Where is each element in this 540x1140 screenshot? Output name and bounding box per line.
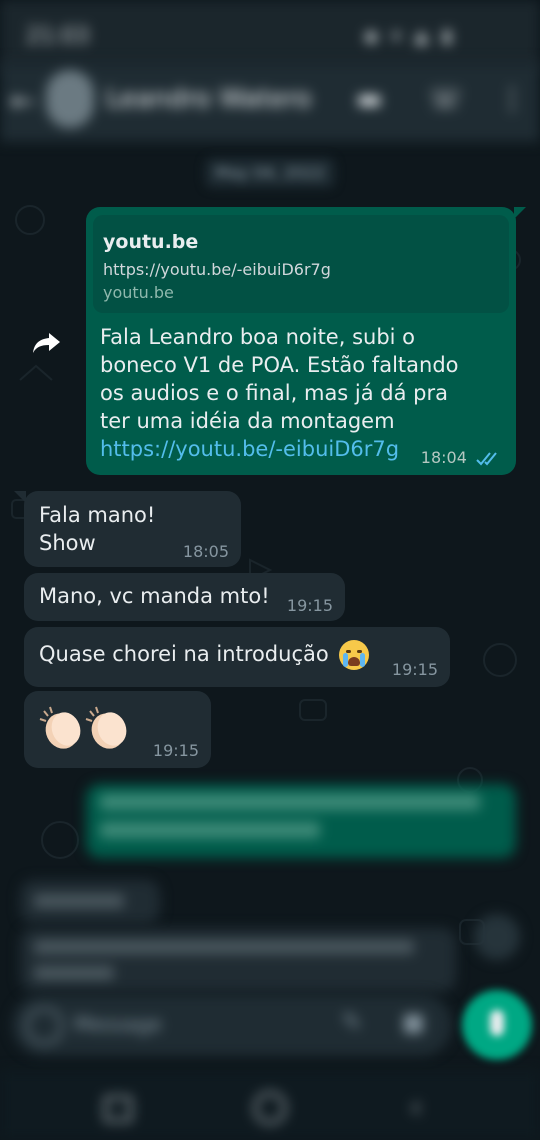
incoming-message[interactable]: Mano, vc manda mto! 19:15 [24, 573, 345, 621]
recents-icon[interactable] [104, 1096, 132, 1122]
link-preview-title: youtu.be [103, 231, 199, 253]
message-time: 18:04 [420, 448, 467, 467]
message-input-placeholder[interactable]: Message [74, 1012, 162, 1036]
avatar[interactable] [46, 70, 94, 128]
status-bar: 21:03 ◆ ▾ ▲ ▮ [0, 0, 540, 70]
camera-icon[interactable]: ■ [402, 1008, 425, 1036]
message-body: Fala Leandro boa noite, subi o boneco V1… [100, 325, 459, 433]
date-divider: May 04, 2022 [205, 158, 335, 188]
contact-name[interactable]: Leandro Watero [106, 84, 311, 114]
message-link[interactable]: https://youtu.be/-eibuiD6r7g [100, 437, 399, 461]
message-time: 19:15 [286, 596, 333, 615]
back-nav-icon[interactable]: ‹ [410, 1090, 422, 1125]
message-time: 19:15 [391, 660, 438, 679]
bubble-tail [14, 491, 26, 503]
incoming-message[interactable]: Quase chorei na introdução 19:15 [24, 627, 450, 687]
blurred-text [100, 794, 480, 810]
clapping-hands-emoji [39, 706, 127, 749]
blurred-text [34, 894, 124, 908]
blurred-text [100, 822, 320, 838]
chat-screen: 21:03 ◆ ▾ ▲ ▮ ← Leandro Watero ▬ ☏ ⋮ May… [0, 0, 540, 1140]
home-icon[interactable] [254, 1092, 286, 1124]
message-text: Fala Leandro boa noite, subi o boneco V1… [100, 323, 480, 463]
loudly-crying-face-emoji [339, 640, 370, 670]
read-double-check-icon [476, 451, 497, 465]
blurred-text [34, 966, 114, 980]
link-preview-card[interactable]: youtu.be https://youtu.be/-eibuiD6r7g yo… [93, 215, 509, 313]
back-arrow-icon[interactable]: ← [10, 84, 35, 119]
mic-button[interactable] [462, 990, 532, 1060]
message-body: Quase chorei na introdução [39, 642, 329, 666]
link-preview-domain: youtu.be [103, 283, 174, 302]
message-meta: 18:04 [421, 448, 502, 467]
blurred-incoming-message [20, 928, 456, 992]
chat-header: ← Leandro Watero ▬ ☏ ⋮ [0, 62, 540, 142]
link-preview-url: https://youtu.be/-eibuiD6r7g [103, 260, 331, 279]
message-input-bar[interactable]: Message ✎ ■ [12, 994, 452, 1056]
status-icons: ◆ ▾ ▲ ▮ [364, 26, 456, 47]
bubble-tail [514, 207, 526, 219]
message-text: Fala mano! Show [39, 501, 155, 557]
incoming-message[interactable]: Fala mano! Show 18:05 [14, 491, 241, 567]
attach-icon[interactable]: ✎ [342, 1008, 362, 1036]
message-time: 18:05 [182, 542, 229, 561]
status-time: 21:03 [26, 24, 90, 49]
message-line: Show [39, 531, 96, 555]
emoji-icon[interactable] [26, 1008, 62, 1044]
incoming-message[interactable]: 19:15 [24, 691, 211, 768]
message-line: Fala mano! [39, 503, 156, 527]
message-text: Mano, vc manda mto! [39, 584, 270, 608]
system-nav-bar: ‹ [0, 1070, 540, 1140]
blurred-outgoing-message [86, 784, 516, 858]
mic-icon [490, 1010, 504, 1036]
blurred-text [34, 940, 414, 954]
phone-icon[interactable]: ☏ [428, 82, 463, 115]
outgoing-message[interactable]: youtu.be https://youtu.be/-eibuiD6r7g yo… [86, 207, 526, 475]
more-vert-icon[interactable]: ⋮ [498, 82, 526, 115]
forward-share-icon[interactable] [30, 325, 64, 359]
video-call-icon[interactable]: ▬ [356, 82, 382, 115]
scroll-down-button[interactable] [474, 914, 520, 960]
message-time: 19:15 [152, 741, 199, 760]
message-text: Quase chorei na introdução [39, 640, 370, 670]
blurred-incoming-message [20, 880, 160, 924]
